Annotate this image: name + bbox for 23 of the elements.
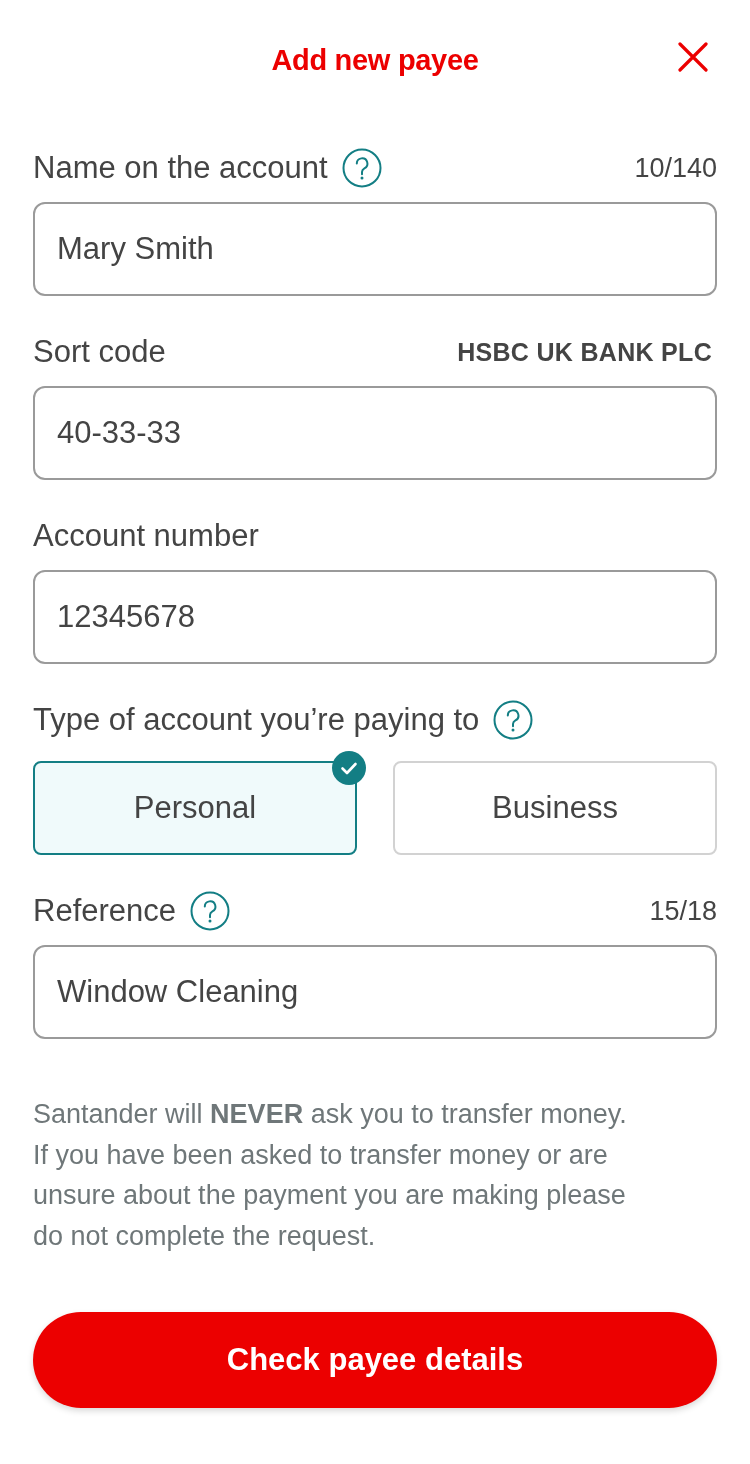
- input-field[interactable]: Mary Smith: [33, 202, 717, 296]
- warning-text: Santander will NEVER ask you to transfer money.: [33, 1098, 628, 1131]
- close-icon[interactable]: [678, 42, 708, 72]
- warning-text: If you have been asked to transfer money or are unsure about the payment you are making please do not complete the request.: [33, 1138, 627, 1253]
- account-type-option[interactable]: Business: [393, 761, 717, 855]
- input-field[interactable]: 12345678: [33, 570, 717, 664]
- character-counter: 10/140: [634, 152, 717, 184]
- field-label: Type of account you’re paying to: [33, 701, 480, 739]
- field-label: Sort code: [33, 333, 166, 371]
- page-title: Add new payee: [271, 43, 479, 77]
- check-details-button[interactable]: Check payee details: [33, 1312, 717, 1408]
- field-label: Name on the account: [33, 149, 328, 187]
- help-icon[interactable]: [190, 891, 231, 931]
- check-icon: [332, 751, 366, 785]
- help-icon[interactable]: [493, 700, 534, 740]
- account-type-option[interactable]: Personal: [33, 761, 357, 855]
- field-label: Reference: [33, 892, 177, 930]
- bank-name: HSBC UK BANK PLC: [457, 337, 712, 367]
- field-label: Account number: [33, 517, 259, 555]
- help-icon[interactable]: [341, 148, 382, 188]
- input-field[interactable]: Window Cleaning: [33, 945, 717, 1039]
- character-counter: 15/18: [649, 895, 717, 927]
- input-field[interactable]: 40-33-33: [33, 386, 717, 480]
